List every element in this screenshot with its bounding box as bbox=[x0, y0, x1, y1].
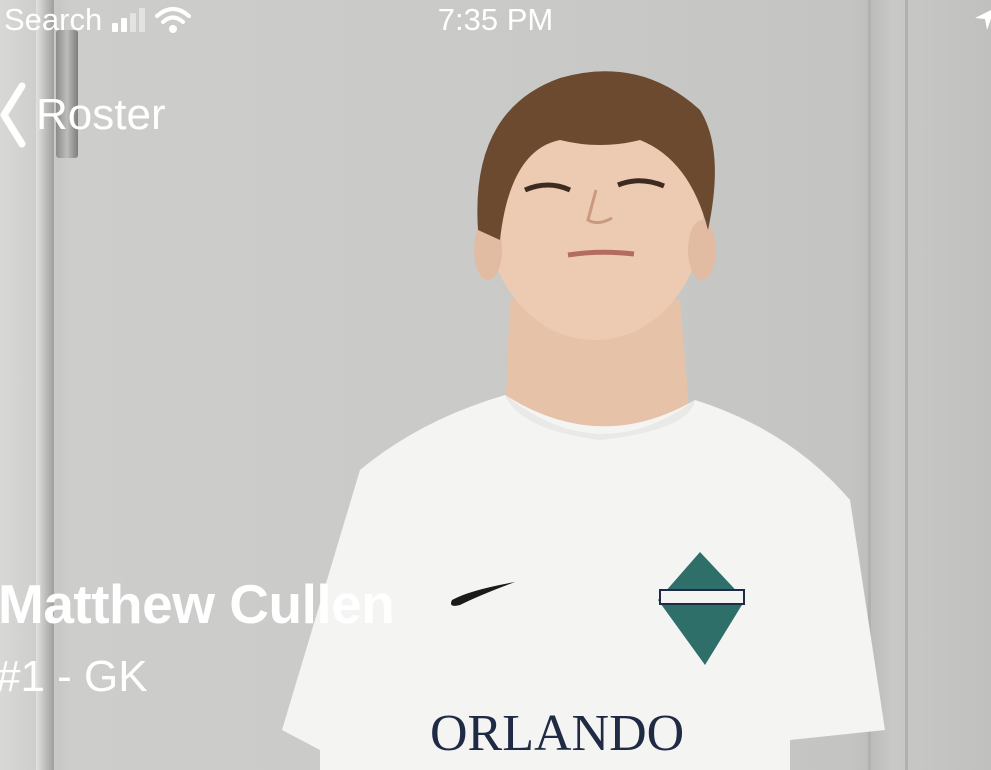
status-time: 7:35 PM bbox=[437, 2, 554, 37]
location-arrow-icon bbox=[975, 10, 991, 30]
status-bar: Search 7:35 PM bbox=[0, 0, 991, 42]
player-name: Matthew Cullen bbox=[0, 573, 395, 635]
back-button-label: Roster bbox=[36, 90, 166, 139]
player-number-position: #1 - GK bbox=[0, 652, 148, 701]
back-to-roster-button[interactable]: Roster bbox=[0, 82, 166, 148]
chevron-left-icon bbox=[0, 82, 26, 148]
jersey-wordmark: ORLANDO bbox=[430, 705, 684, 762]
